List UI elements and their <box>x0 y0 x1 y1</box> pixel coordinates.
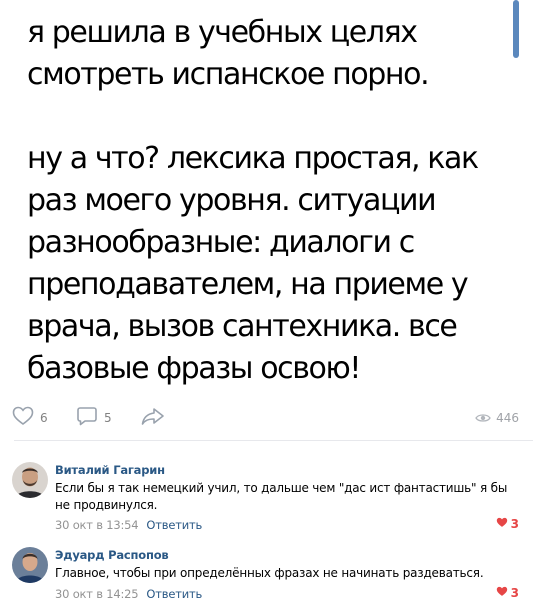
comment-button[interactable]: 5 <box>76 402 112 434</box>
comment-meta: 30 окт в 14:25 Ответить <box>55 587 202 601</box>
scroll-indicator[interactable] <box>513 0 519 58</box>
comment-count: 5 <box>104 411 112 425</box>
share-arrow-icon <box>140 406 166 430</box>
comment-like-count: 3 <box>510 586 519 600</box>
like-count: 6 <box>40 411 48 425</box>
share-button[interactable] <box>140 402 166 434</box>
comment-time[interactable]: 30 окт в 14:25 <box>55 587 139 601</box>
views-count: 446 <box>496 411 519 425</box>
post-actions: 6 5 <box>0 402 533 434</box>
avatar[interactable] <box>12 462 48 498</box>
comment-text: Главное, чтобы при определённых фразах н… <box>55 566 484 580</box>
comment-like-count: 3 <box>510 517 519 531</box>
comment-like-button[interactable]: 3 <box>496 586 519 600</box>
like-button[interactable]: 6 <box>12 402 48 434</box>
divider <box>14 440 533 441</box>
views-counter: 446 <box>475 402 519 434</box>
comment-author[interactable]: Виталий Гагарин <box>55 463 165 477</box>
comment-author[interactable]: Эдуард Распопов <box>55 548 169 562</box>
post-text: я решила в учебных целях смотреть испанс… <box>27 15 479 386</box>
heart-icon <box>12 406 34 430</box>
comment-time[interactable]: 30 окт в 13:54 <box>55 518 139 532</box>
reply-button[interactable]: Ответить <box>146 587 202 601</box>
eye-icon <box>475 409 491 428</box>
heart-filled-icon <box>496 517 508 531</box>
comment-text: Если бы я так немецкий учил, то дальше ч… <box>55 481 508 512</box>
comment-like-button[interactable]: 3 <box>496 517 519 531</box>
comment-meta: 30 окт в 13:54 Ответить <box>55 518 202 532</box>
comment-icon <box>76 406 98 430</box>
heart-filled-icon <box>496 586 508 600</box>
avatar[interactable] <box>12 547 48 583</box>
reply-button[interactable]: Ответить <box>146 518 202 532</box>
